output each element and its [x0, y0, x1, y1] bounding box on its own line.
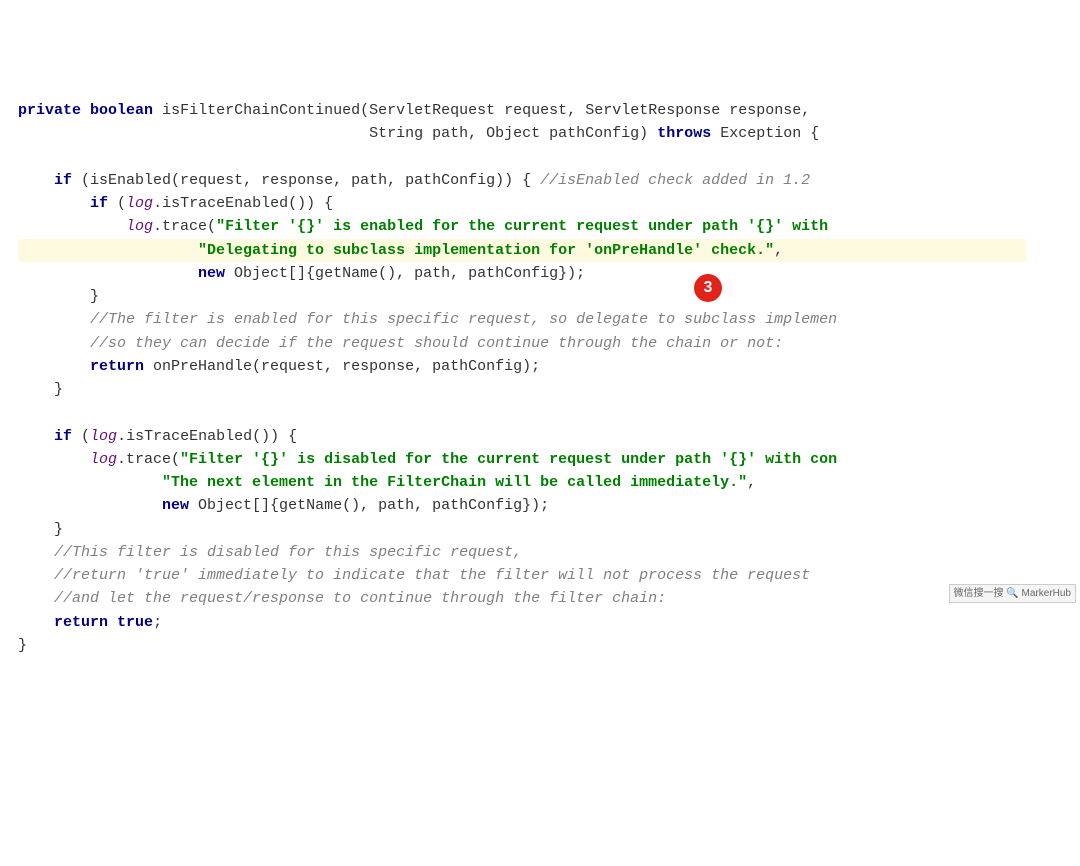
kw-if-2: if [90, 195, 108, 212]
throws-type: Exception [720, 125, 801, 142]
kw-return-2: return [54, 614, 108, 631]
method-name: isFilterChainContinued [162, 102, 360, 119]
return-onprehandle: onPreHandle(request, response, pathConfi… [144, 358, 549, 375]
param1-type: ServletRequest [369, 102, 495, 119]
new-obj-array-2: Object[]{getName(), path, pathConfig}); [189, 497, 549, 514]
param2-type: ServletResponse [585, 102, 720, 119]
string-1b: "Delegating to subclass implementation f… [198, 242, 774, 259]
param1-name: request [504, 102, 567, 119]
comment-b1-l1: //The filter is enabled for this specifi… [90, 311, 837, 328]
call-trace-open-1: .trace( [153, 218, 216, 235]
string-2b: "The next element in the FilterChain wil… [162, 474, 747, 491]
kw-new-2: new [162, 497, 189, 514]
field-log-4: log [90, 451, 117, 468]
comment-inline-1: //isEnabled check added in 1.2 [540, 172, 810, 189]
code-block: private boolean isFilterChainContinued(S… [18, 99, 1080, 657]
param2-name: response [729, 102, 801, 119]
comment-b2-l2: //return 'true' immediately to indicate … [54, 567, 810, 584]
field-log-2: log [126, 218, 153, 235]
kw-boolean: boolean [90, 102, 153, 119]
kw-private: private [18, 102, 81, 119]
kw-return-1: return [90, 358, 144, 375]
new-obj-array-1: Object[]{getName(), path, pathConfig}); [225, 265, 585, 282]
string-1a: "Filter '{}' is enabled for the current … [216, 218, 837, 235]
param3-type: String [369, 125, 423, 142]
param3-name: path [432, 125, 468, 142]
call-trace-enabled-2: .isTraceEnabled() [117, 428, 270, 445]
kw-new-1: new [198, 265, 225, 282]
param4-name: pathConfig [549, 125, 639, 142]
kw-if-3: if [54, 428, 72, 445]
field-log-1: log [126, 195, 153, 212]
comment-b2-l1: //This filter is disabled for this speci… [54, 544, 522, 561]
comment-b2-l3: //and let the request/response to contin… [54, 590, 666, 607]
call-trace-open-2: .trace( [117, 451, 180, 468]
field-log-3: log [90, 428, 117, 445]
param4-type: Object [486, 125, 540, 142]
call-trace-enabled-1: .isTraceEnabled() [153, 195, 306, 212]
comment-b1-l2: //so they can decide if the request shou… [90, 335, 783, 352]
kw-throws: throws [657, 125, 711, 142]
kw-if-1: if [54, 172, 72, 189]
call-isenabled: isEnabled(request, response, path, pathC… [90, 172, 504, 189]
kw-true: true [117, 614, 153, 631]
string-2a: "Filter '{}' is disabled for the current… [180, 451, 837, 468]
annotation-badge-3: 3 [694, 274, 722, 302]
watermark: 微信搜一搜 🔍 MarkerHub [949, 584, 1076, 604]
